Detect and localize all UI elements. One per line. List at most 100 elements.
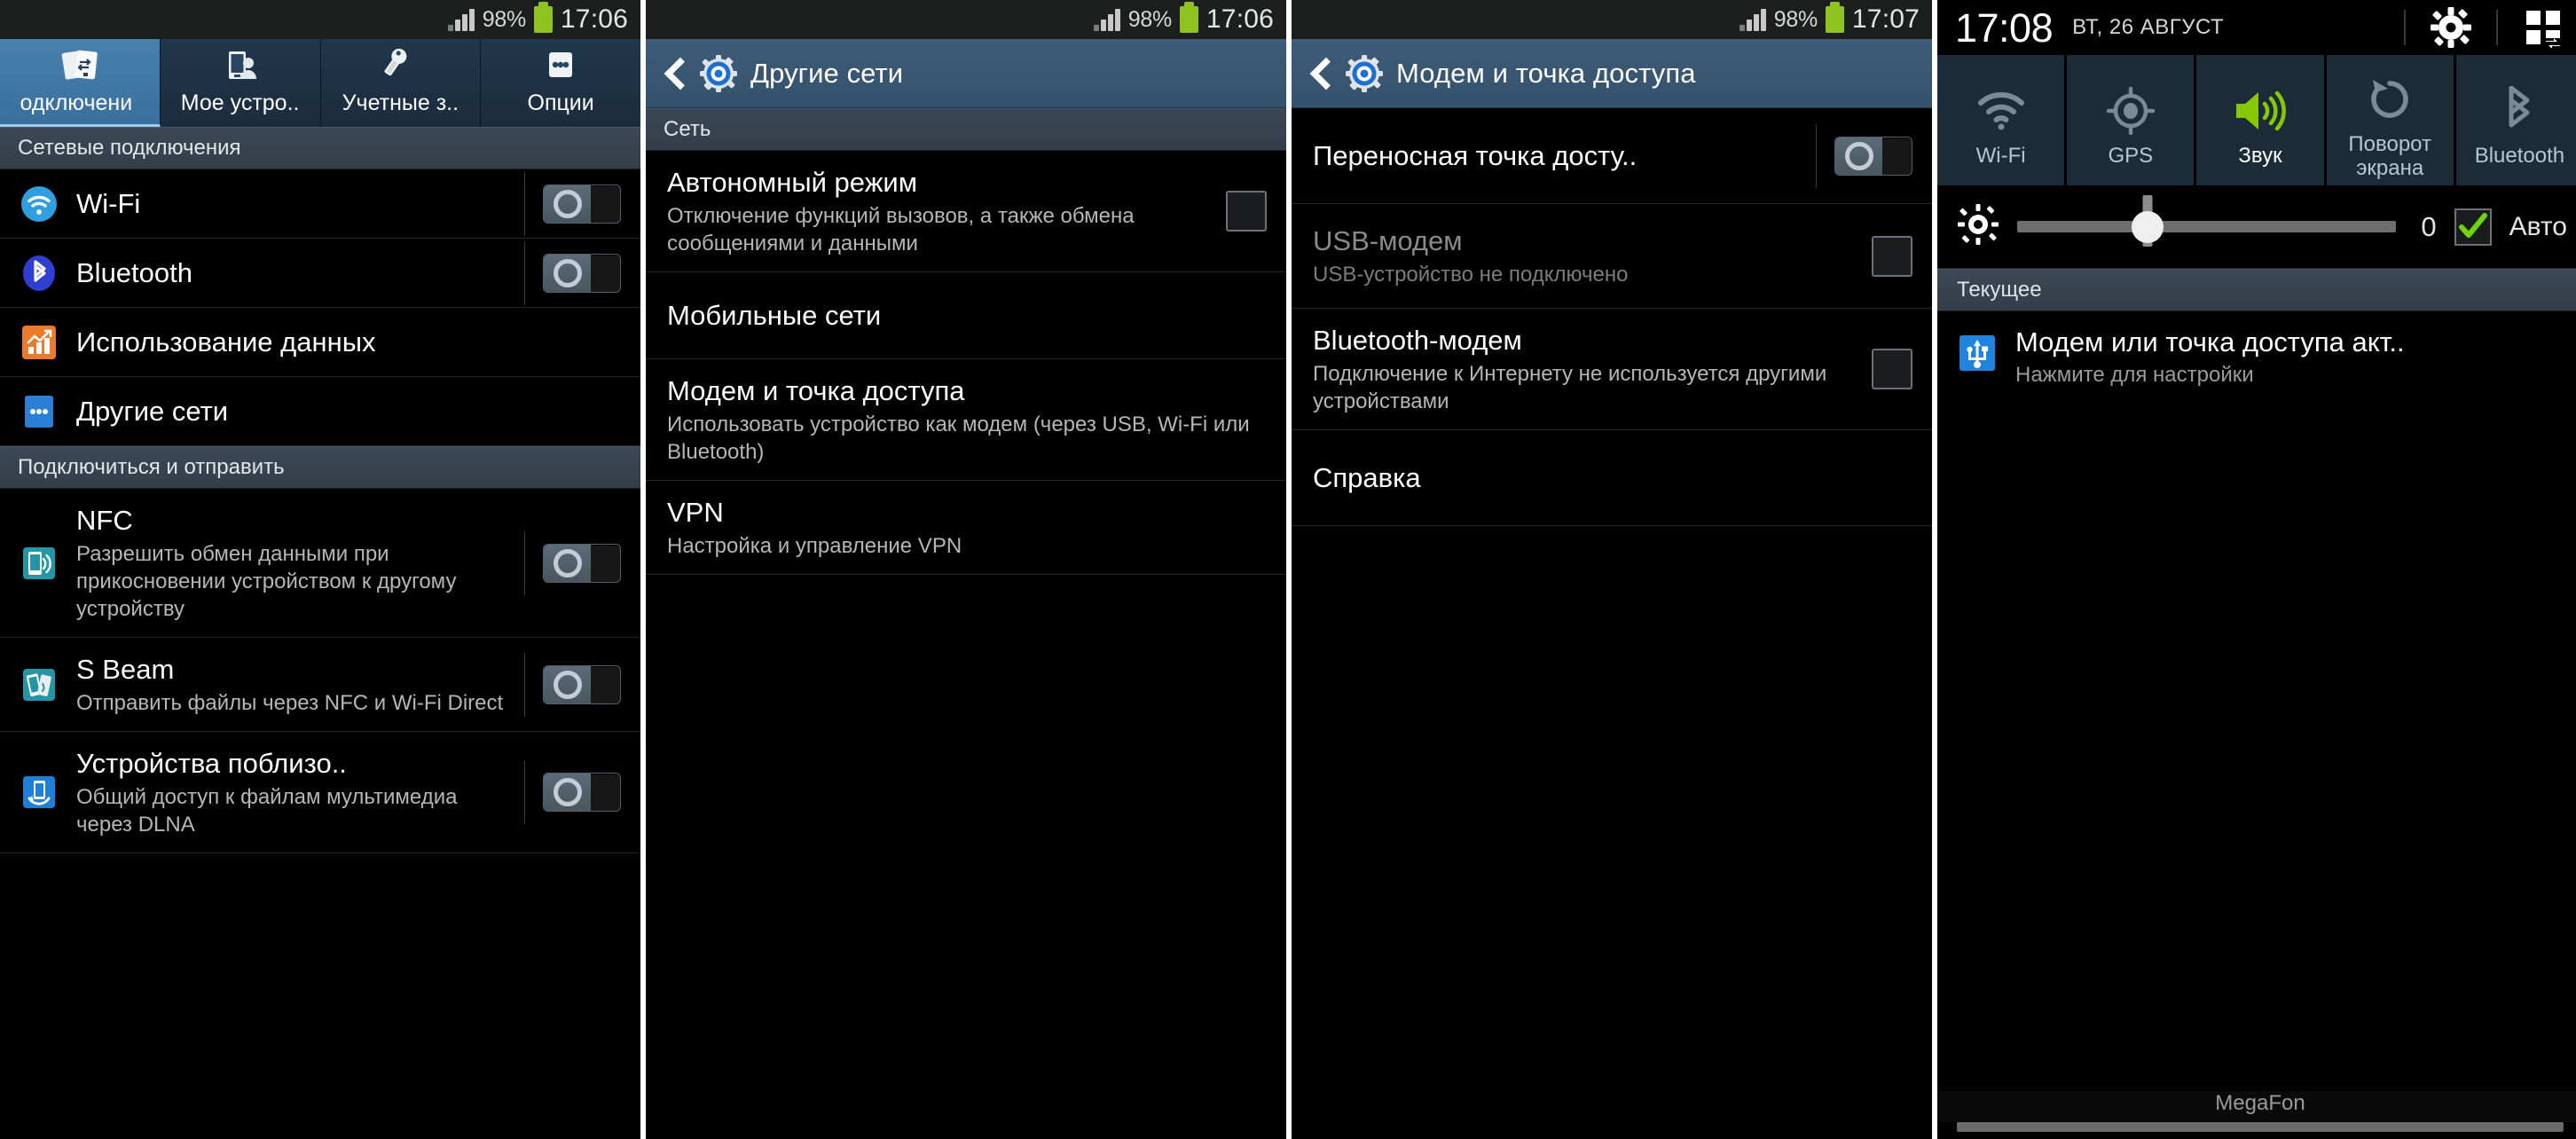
divider <box>2404 10 2406 45</box>
signal-strength-icon <box>1739 8 1766 31</box>
quick-toggles-edit-icon[interactable] <box>2517 7 2569 48</box>
tab-my-device-label: Мое устро.. <box>180 90 300 115</box>
notification-subtitle: Нажмите для настройки <box>2015 363 2254 387</box>
action-bar-title: Другие сети <box>750 57 904 89</box>
status-clock: 17:06 <box>1206 4 1274 34</box>
screen-rotation-icon <box>2366 67 2414 132</box>
list-item-title: USB-модем <box>1313 225 1463 256</box>
nearby-devices-toggle[interactable] <box>543 773 621 812</box>
battery-percent-label: 98% <box>1127 6 1172 32</box>
shade-clock: 17:08 <box>1955 4 2054 51</box>
bluetooth-tethering-checkbox[interactable] <box>1872 349 1912 389</box>
nfc-toggle[interactable] <box>543 543 621 583</box>
tab-my-device[interactable]: Мое устро.. <box>160 39 321 127</box>
settings-tab-bar: одключени Мое устро.. Учетные з.. Опции <box>0 39 640 127</box>
list-item-usb-tethering: USB-модем USB-устройство не подключено <box>1292 204 1932 309</box>
section-header-network-connections: Сетевые подключения <box>0 127 640 169</box>
quick-tile-gps[interactable]: GPS <box>2067 55 2195 185</box>
tab-connections[interactable]: одключени <box>0 39 161 127</box>
list-item-help[interactable]: Справка <box>1292 430 1932 526</box>
list-item-portable-hotspot[interactable]: Переносная точка досту.. <box>1292 108 1932 204</box>
quick-tile-sound[interactable]: Звук <box>2196 55 2324 185</box>
panel-notification-shade: 17:08 ВТ, 26 АВГУСТ Wi-Fi GPS Звук Повор… <box>1937 0 2576 1139</box>
s-beam-toggle[interactable] <box>543 664 621 704</box>
data-usage-icon <box>20 324 59 361</box>
sound-icon <box>2233 78 2288 144</box>
list-item-more-networks[interactable]: Другие сети <box>0 377 640 446</box>
list-item-control <box>510 171 621 236</box>
quick-tile-label: Wi-Fi <box>1975 144 2026 168</box>
list-item-control <box>510 530 621 595</box>
list-item-title: Использование данных <box>76 326 376 357</box>
list-item-title: Переносная точка досту.. <box>1313 139 1637 171</box>
tab-more-options-label: Опции <box>527 90 594 115</box>
battery-icon <box>533 2 553 33</box>
notification-text: Модем или точка доступа акт.. Нажмите дл… <box>2015 326 2405 389</box>
list-item-text: Bluetooth-модем Подключение к Интернету … <box>1311 309 1857 429</box>
tab-accounts[interactable]: Учетные з.. <box>320 39 482 127</box>
tab-connections-label: одключени <box>20 90 133 115</box>
list-item-title: Другие сети <box>76 395 229 427</box>
section-header-network: Сеть <box>646 108 1286 151</box>
list-item-vpn[interactable]: VPN Настройка и управление VPN <box>646 481 1286 575</box>
back-icon[interactable] <box>1309 56 1332 91</box>
bluetooth-icon <box>20 255 59 292</box>
usb-tethering-icon <box>1957 333 1998 378</box>
status-bar-panel1: 98% 17:06 <box>0 0 640 39</box>
shade-status-bar: 17:08 ВТ, 26 АВГУСТ <box>1937 0 2576 55</box>
list-item-nfc[interactable]: NFC Разрешить обмен данными при прикосно… <box>0 489 640 638</box>
tab-more-options[interactable]: Опции <box>481 39 640 127</box>
list-item-bluetooth-tethering[interactable]: Bluetooth-модем Подключение к Интернету … <box>1292 309 1932 430</box>
brightness-icon <box>1957 203 1999 250</box>
list-item-text: Bluetooth <box>76 241 510 305</box>
status-bar-panel3: 98% 17:07 <box>1292 0 1932 39</box>
list-item-title: Bluetooth <box>76 256 192 288</box>
list-item-airplane-mode[interactable]: Автономный режим Отключение функций вызо… <box>646 151 1286 272</box>
status-clock: 17:07 <box>1851 4 1920 34</box>
s-beam-icon <box>20 666 59 703</box>
airplane-mode-checkbox[interactable] <box>1226 191 1267 232</box>
screenshot-root: 98% 17:06 одключени Мое устро.. Учетные … <box>0 0 2576 1139</box>
panel-other-networks: 98% 17:06 Другие сети Сеть Автономный ре… <box>646 0 1286 1139</box>
shade-drag-handle[interactable] <box>1957 1122 2564 1132</box>
status-clock: 17:06 <box>560 4 628 34</box>
list-item-bluetooth[interactable]: Bluetooth <box>0 239 640 308</box>
list-item-data-usage[interactable]: Использование данных <box>0 308 640 377</box>
quick-tile-bluetooth[interactable]: Bluetooth <box>2455 55 2576 185</box>
list-item-control <box>510 652 621 717</box>
connections-icon <box>60 47 99 86</box>
carrier-label: MegaFon <box>1937 1091 2576 1122</box>
section-header-connect-and-share: Подключиться и отправить <box>0 446 640 489</box>
gear-icon[interactable] <box>2425 6 2477 49</box>
list-item-title: Мобильные сети <box>667 299 882 331</box>
list-item-s-beam[interactable]: S Beam Отправить файлы через NFC и Wi-Fi… <box>0 638 640 732</box>
auto-brightness-checkbox[interactable] <box>2454 208 2492 246</box>
list-item-control <box>1857 349 1912 389</box>
portable-hotspot-toggle[interactable] <box>1834 136 1912 176</box>
quick-tile-screen-rotation[interactable]: Поворот экрана <box>2326 55 2454 185</box>
battery-percent-label: 98% <box>1773 6 1818 32</box>
list-item-mobile-networks[interactable]: Мобильные сети <box>646 272 1286 359</box>
quick-settings-tiles: Wi-Fi GPS Звук Поворот экрана Bluetooth <box>1937 55 2576 185</box>
brightness-slider[interactable] <box>2017 194 2396 247</box>
notification-tethering-active[interactable]: Модем или точка доступа акт.. Нажмите дл… <box>1937 311 2576 406</box>
list-item-title: Устройства поблизо.. <box>76 748 347 779</box>
quick-tile-wifi[interactable]: Wi-Fi <box>1937 55 2065 185</box>
action-bar-tethering: Модем и точка доступа <box>1292 39 1932 108</box>
shade-empty-area <box>1937 406 2576 1091</box>
wifi-toggle[interactable] <box>543 184 621 224</box>
list-item-tethering-and-hotspot[interactable]: Модем и точка доступа Использовать устро… <box>646 359 1286 481</box>
list-item-text: Автономный режим Отключение функций вызо… <box>665 151 1212 271</box>
list-item-nearby-devices[interactable]: Устройства поблизо.. Общий доступ к файл… <box>0 732 640 853</box>
bluetooth-toggle[interactable] <box>543 253 621 293</box>
list-item-wifi[interactable]: Wi-Fi <box>0 169 640 239</box>
list-item-title: NFC <box>76 505 133 536</box>
brightness-control: 0 Авто <box>1937 185 2576 269</box>
auto-brightness-label: Авто <box>2509 211 2567 241</box>
list-item-subtitle: USB-устройство не подключено <box>1313 263 1629 287</box>
list-item-text: Использование данных <box>76 310 621 374</box>
list-item-subtitle: Общий доступ к файлам мультимедиа через … <box>76 785 458 837</box>
wifi-icon <box>1974 78 2029 144</box>
back-icon[interactable] <box>664 56 687 91</box>
brightness-slider-thumb[interactable] <box>2132 194 2164 247</box>
